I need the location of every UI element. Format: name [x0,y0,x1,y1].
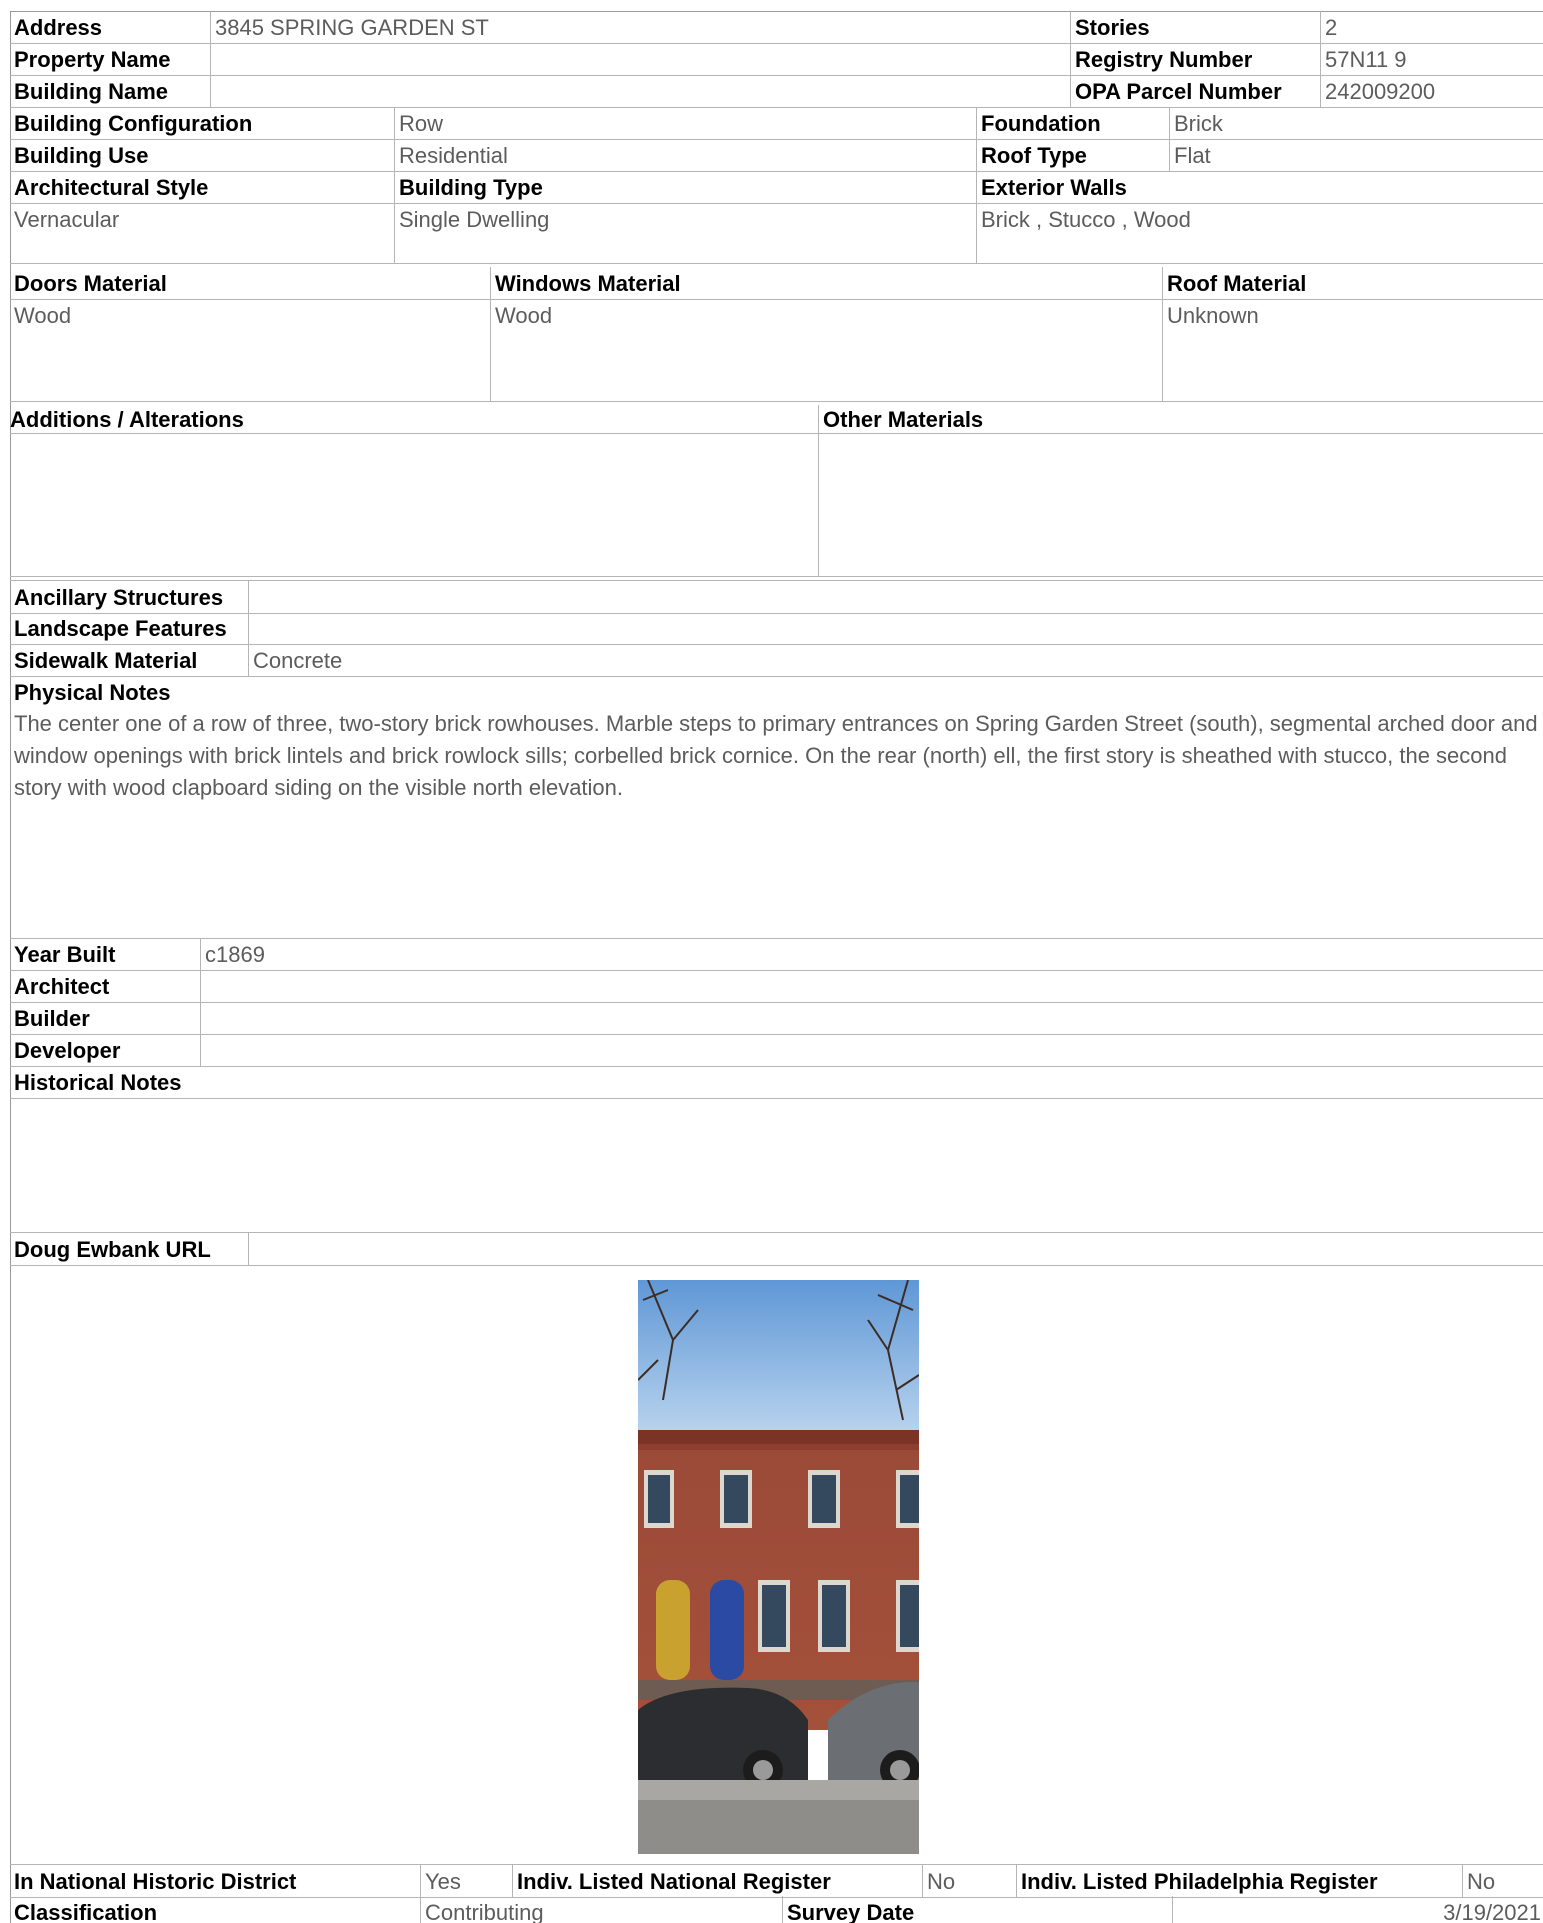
additions-alterations-label: Additions / Alterations [10,407,244,432]
opa-parcel-number-label: OPA Parcel Number [1070,75,1320,107]
row-historical-notes-label: Historical Notes [10,1066,1543,1099]
additions-alterations-value [10,433,818,576]
historical-notes-label: Historical Notes [14,1070,182,1095]
doug-ewbank-url-label: Doug Ewbank URL [14,1237,211,1262]
windows-material-value: Wood [490,299,1162,401]
exterior-walls-label: Exterior Walls [976,171,1543,203]
doors-material-label: Doors Material [14,271,167,296]
row-building-use: Building Use Residential Roof Type Flat [10,139,1543,172]
row-developer: Developer [10,1034,1543,1067]
row-landscape: Landscape Features [10,612,1543,645]
other-materials-value [818,433,1543,576]
row-additions-values [10,433,1543,577]
landscape-features-value [248,612,1543,644]
property-survey-form: Address 3845 SPRING GARDEN ST Stories 2 … [0,0,1543,1923]
building-photo [638,1280,919,1854]
national-register-label: Indiv. Listed National Register [512,1865,922,1897]
architect-label: Architect [14,974,110,999]
physical-notes-label: Physical Notes [14,680,171,705]
row-style-values: Vernacular Single Dwelling Brick , Stucc… [10,203,1543,264]
building-name-value [210,75,1070,107]
registry-number-value: 57N11 9 [1320,43,1543,75]
builder-label: Builder [14,1006,90,1031]
sidewalk-material-label: Sidewalk Material [14,648,198,673]
year-built-label: Year Built [14,942,116,967]
national-register-value: No [922,1865,1016,1897]
doug-ewbank-url-value [248,1233,1543,1265]
stories-value: 2 [1320,11,1543,43]
property-name-label: Property Name [14,47,171,72]
roof-type-value: Flat [1169,139,1543,171]
row-doug-ewbank-url: Doug Ewbank URL [10,1232,1543,1266]
building-type-value: Single Dwelling [394,203,976,263]
year-built-value: c1869 [200,938,1543,970]
row-address: Address 3845 SPRING GARDEN ST Stories 2 [10,11,1543,44]
philadelphia-register-label: Indiv. Listed Philadelphia Register [1016,1865,1462,1897]
row-year-built: Year Built c1869 [10,938,1543,971]
row-historical-notes-value [10,1098,1543,1233]
stories-label: Stories [1070,11,1320,43]
philadelphia-register-value: No [1462,1865,1543,1897]
survey-date-value: 3/19/2021 [1172,1896,1543,1923]
windows-material-label: Windows Material [490,267,1162,299]
row-additions-labels: Additions / Alterations Other Materials [10,405,1543,434]
ancillary-structures-value [248,581,1543,613]
classification-value: Contributing [420,1896,782,1923]
property-name-value [210,43,1070,75]
row-materials-labels: Doors Material Windows Material Roof Mat… [10,267,1543,300]
rowhouse-photo-icon [638,1280,919,1854]
building-type-label: Building Type [394,171,976,203]
building-use-value: Residential [394,139,976,171]
row-classification: Classification Contributing Survey Date … [10,1896,1543,1923]
row-builder: Builder [10,1002,1543,1035]
developer-value [200,1034,1543,1066]
physical-notes-text: The center one of a row of three, two-st… [14,711,1538,800]
row-style-labels: Architectural Style Building Type Exteri… [10,171,1543,204]
national-district-label: In National Historic District [14,1869,297,1894]
opa-parcel-number-value: 242009200 [1320,75,1543,107]
architectural-style-label: Architectural Style [14,175,209,200]
survey-date-label: Survey Date [782,1896,1172,1923]
doors-material-value: Wood [14,303,72,328]
building-use-label: Building Use [14,143,149,168]
row-ancillary: Ancillary Structures [10,580,1543,614]
architectural-style-value: Vernacular [14,207,120,232]
classification-label: Classification [14,1900,158,1923]
ancillary-structures-label: Ancillary Structures [14,585,224,610]
row-building-name: Building Name OPA Parcel Number 24200920… [10,75,1543,108]
row-register-status: In National Historic District Yes Indiv.… [10,1864,1543,1898]
other-materials-label: Other Materials [818,405,1543,433]
roof-material-value: Unknown [1162,299,1543,401]
address-value: 3845 SPRING GARDEN ST [210,11,1070,43]
exterior-walls-value: Brick , Stucco , Wood [976,203,1543,263]
historical-notes-value [10,1098,1543,1232]
architect-value [200,970,1543,1002]
foundation-label: Foundation [976,107,1169,139]
developer-label: Developer [14,1038,121,1063]
address-label: Address [14,15,103,40]
national-district-value: Yes [420,1865,512,1897]
builder-value [200,1002,1543,1034]
roof-material-label: Roof Material [1162,267,1543,299]
sidewalk-material-value: Concrete [248,644,1543,676]
building-configuration-value: Row [394,107,976,139]
row-materials-values: Wood Wood Unknown [10,299,1543,402]
registry-number-label: Registry Number [1070,43,1320,75]
row-building-configuration: Building Configuration Row Foundation Br… [10,107,1543,140]
row-sidewalk: Sidewalk Material Concrete [10,644,1543,677]
row-architect: Architect [10,970,1543,1003]
roof-type-label: Roof Type [976,139,1169,171]
building-configuration-label: Building Configuration [14,111,253,136]
landscape-features-label: Landscape Features [14,616,227,641]
row-property-name: Property Name Registry Number 57N11 9 [10,43,1543,76]
building-name-label: Building Name [14,79,169,104]
foundation-value: Brick [1169,107,1543,139]
